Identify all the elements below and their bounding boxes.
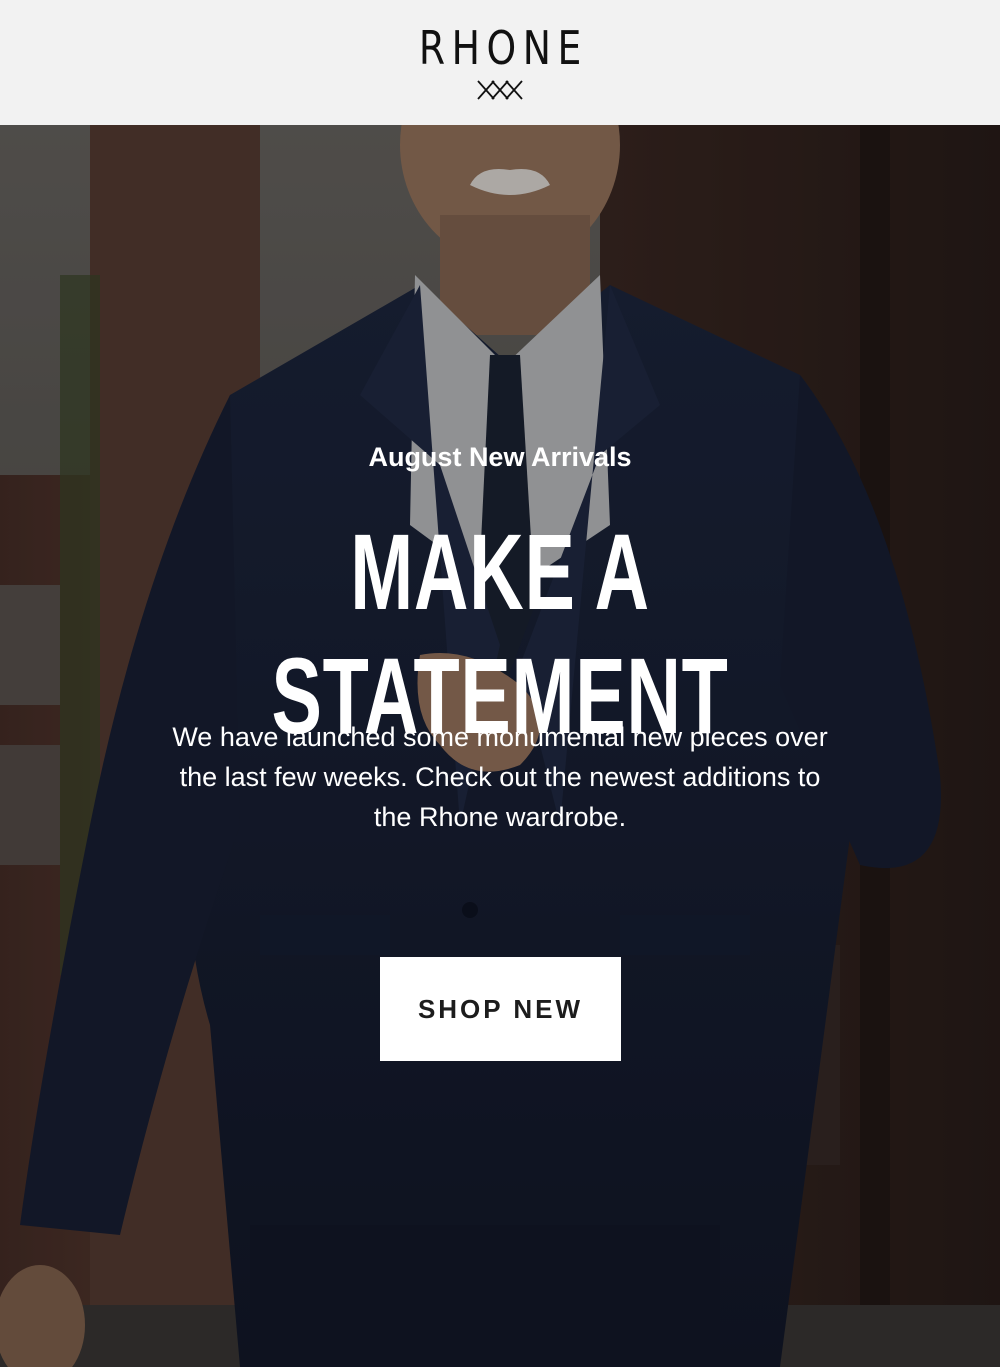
crossed-lines-mark-icon [477,80,523,100]
brand-logo[interactable]: RHONE [412,20,588,76]
shop-new-button[interactable]: SHOP NEW [380,957,621,1061]
email-header: RHONE [0,0,1000,125]
hero-eyebrow: August New Arrivals [368,442,632,472]
hero-body-text: We have launched some monumental new pie… [172,722,828,832]
hero-banner[interactable]: August New Arrivals MAKE A STATEMENT We … [0,125,1000,1367]
